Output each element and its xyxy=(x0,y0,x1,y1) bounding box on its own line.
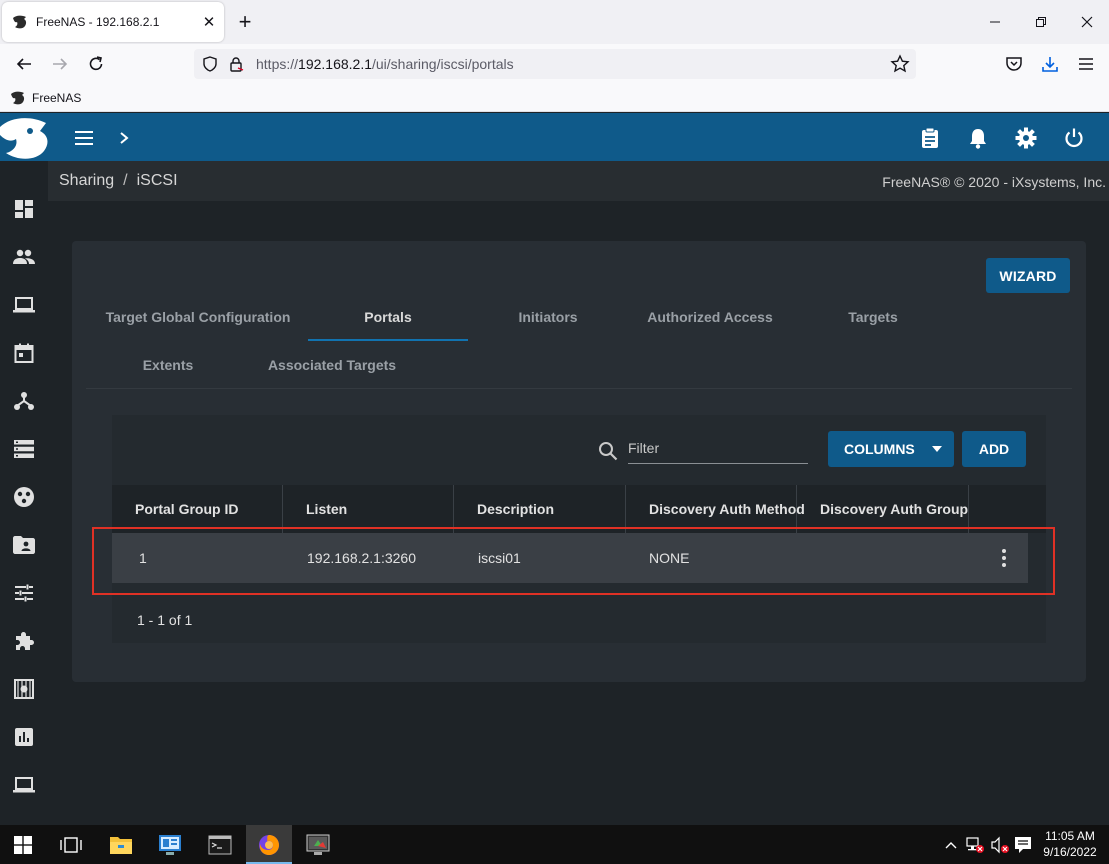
services-tune-icon[interactable] xyxy=(10,579,38,607)
task-manager-clipboard-icon[interactable] xyxy=(917,125,943,151)
add-button[interactable]: ADD xyxy=(962,431,1026,467)
accounts-people-icon[interactable] xyxy=(10,243,38,271)
browser-tab[interactable]: FreeNAS - 192.168.2.1 ✕ xyxy=(2,2,224,42)
url-text: https://192.168.2.1/ui/sharing/iscsi/por… xyxy=(256,56,514,72)
breadcrumb-iscsi: iSCSI xyxy=(136,172,178,189)
tab-authorized-access[interactable]: Authorized Access xyxy=(628,293,792,341)
virtual-machines-icon[interactable] xyxy=(10,771,38,799)
freenas-bookmark-icon xyxy=(11,91,25,105)
task-view-icon[interactable] xyxy=(48,825,94,864)
reload-icon[interactable] xyxy=(82,50,110,78)
browser-tab-strip: FreeNAS - 192.168.2.1 ✕ + xyxy=(0,0,1109,44)
bookmark-label: FreeNAS xyxy=(32,91,82,105)
system-clock[interactable]: 11:05 AM 9/16/2022 xyxy=(1034,828,1106,860)
bookmarks-toolbar: FreeNAS xyxy=(0,84,1109,112)
column-discovery-auth-group[interactable]: Discovery Auth Group xyxy=(797,485,969,533)
forward-icon[interactable] xyxy=(46,50,74,78)
volume-muted-icon[interactable] xyxy=(990,835,1010,855)
command-prompt-icon[interactable] xyxy=(197,825,243,864)
network-status-icon[interactable] xyxy=(965,835,985,855)
windows-taskbar: 11:05 AM 9/16/2022 xyxy=(0,825,1109,864)
system-laptop-icon[interactable] xyxy=(10,291,38,319)
tab-target-global-configuration[interactable]: Target Global Configuration xyxy=(100,293,296,341)
pagination-summary: 1 - 1 of 1 xyxy=(137,612,193,628)
reporting-chart-icon[interactable] xyxy=(10,723,38,751)
clock-date: 9/16/2022 xyxy=(1043,845,1097,859)
columns-label: COLUMNS xyxy=(844,441,915,457)
tracking-protection-icon[interactable] xyxy=(202,56,218,77)
column-description[interactable]: Description xyxy=(454,485,626,533)
directory-services-icon[interactable] xyxy=(10,483,38,511)
filter-input[interactable]: Filter xyxy=(628,440,659,456)
columns-button[interactable]: COLUMNS xyxy=(828,431,954,467)
browser-tab-title: FreeNAS - 192.168.2.1 xyxy=(36,15,160,29)
browser-navigation-bar: https://192.168.2.1/ui/sharing/iscsi/por… xyxy=(0,44,1109,84)
close-tab-icon[interactable]: ✕ xyxy=(198,11,220,33)
iscsi-card: WIZARD Target Global Configuration Porta… xyxy=(72,241,1086,682)
show-hidden-icons-chevron-icon[interactable] xyxy=(941,835,961,855)
restore-icon[interactable] xyxy=(1019,8,1063,36)
firefox-taskbar-icon[interactable] xyxy=(246,825,292,864)
menu-icon[interactable] xyxy=(1072,50,1100,78)
column-discovery-auth-method[interactable]: Discovery Auth Method xyxy=(626,485,805,533)
notifications-bell-icon[interactable] xyxy=(965,125,991,151)
freenas-logo-icon[interactable] xyxy=(0,113,50,161)
app-top-bar xyxy=(0,113,1109,161)
chevron-right-icon[interactable] xyxy=(111,125,137,151)
bookmark-star-icon[interactable] xyxy=(890,54,910,79)
tabs-divider xyxy=(86,388,1072,389)
tab-targets[interactable]: Targets xyxy=(792,293,954,341)
filter-field[interactable]: Filter xyxy=(598,437,808,465)
side-navigation xyxy=(0,161,48,825)
file-explorer-icon[interactable] xyxy=(98,825,144,864)
settings-gear-icon[interactable] xyxy=(1013,125,1039,151)
network-icon[interactable] xyxy=(10,387,38,415)
new-tab-icon[interactable]: + xyxy=(233,10,257,34)
tasks-calendar-icon[interactable] xyxy=(10,339,38,367)
breadcrumb-separator: / xyxy=(123,172,128,189)
caret-down-icon xyxy=(932,446,942,452)
jails-icon[interactable] xyxy=(10,675,38,703)
downloads-icon[interactable] xyxy=(1036,50,1064,78)
breadcrumb: Sharing / iSCSI xyxy=(59,172,178,190)
minimize-icon[interactable] xyxy=(973,8,1017,36)
clock-time: 11:05 AM xyxy=(1045,829,1095,843)
filter-underline xyxy=(628,463,808,464)
iscsi-tabs: Target Global Configuration Portals Init… xyxy=(72,293,1086,389)
close-window-icon[interactable] xyxy=(1065,8,1109,36)
address-bar[interactable]: https://192.168.2.1/ui/sharing/iscsi/por… xyxy=(194,49,916,79)
bookmark-freenas[interactable]: FreeNAS xyxy=(10,90,81,106)
dashboard-icon[interactable] xyxy=(10,195,38,223)
active-tab-indicator xyxy=(308,339,468,341)
search-icon xyxy=(598,441,618,466)
plugins-puzzle-icon[interactable] xyxy=(10,627,38,655)
column-portal-group-id[interactable]: Portal Group ID xyxy=(112,485,283,533)
breadcrumb-bar: Sharing / iSCSI FreeNAS® © 2020 - iXsystem… xyxy=(48,161,1109,201)
windows-start-icon[interactable] xyxy=(0,825,46,864)
copyright-text: FreeNAS® © 2020 - iXsystems, Inc. xyxy=(882,174,1106,190)
action-center-icon[interactable] xyxy=(1013,835,1033,855)
selection-highlight-box xyxy=(92,527,1055,595)
remote-app-icon[interactable] xyxy=(295,825,341,864)
storage-icon[interactable] xyxy=(10,435,38,463)
wizard-button[interactable]: WIZARD xyxy=(986,258,1070,293)
tab-extents[interactable]: Extents xyxy=(88,341,248,389)
lock-icon[interactable] xyxy=(228,56,244,77)
table-header: Portal Group ID Listen Description Disco… xyxy=(112,485,1046,533)
pocket-icon[interactable] xyxy=(1000,50,1028,78)
power-icon[interactable] xyxy=(1061,125,1087,151)
breadcrumb-sharing[interactable]: Sharing xyxy=(59,172,114,189)
sharing-folder-icon[interactable] xyxy=(10,531,38,559)
freenas-favicon-icon xyxy=(12,14,28,30)
hamburger-menu-icon[interactable] xyxy=(71,125,97,151)
tab-initiators[interactable]: Initiators xyxy=(468,293,628,341)
column-listen[interactable]: Listen xyxy=(283,485,454,533)
server-manager-icon[interactable] xyxy=(147,825,193,864)
tab-associated-targets[interactable]: Associated Targets xyxy=(248,341,416,389)
tab-portals[interactable]: Portals xyxy=(308,293,468,341)
back-icon[interactable] xyxy=(10,50,38,78)
